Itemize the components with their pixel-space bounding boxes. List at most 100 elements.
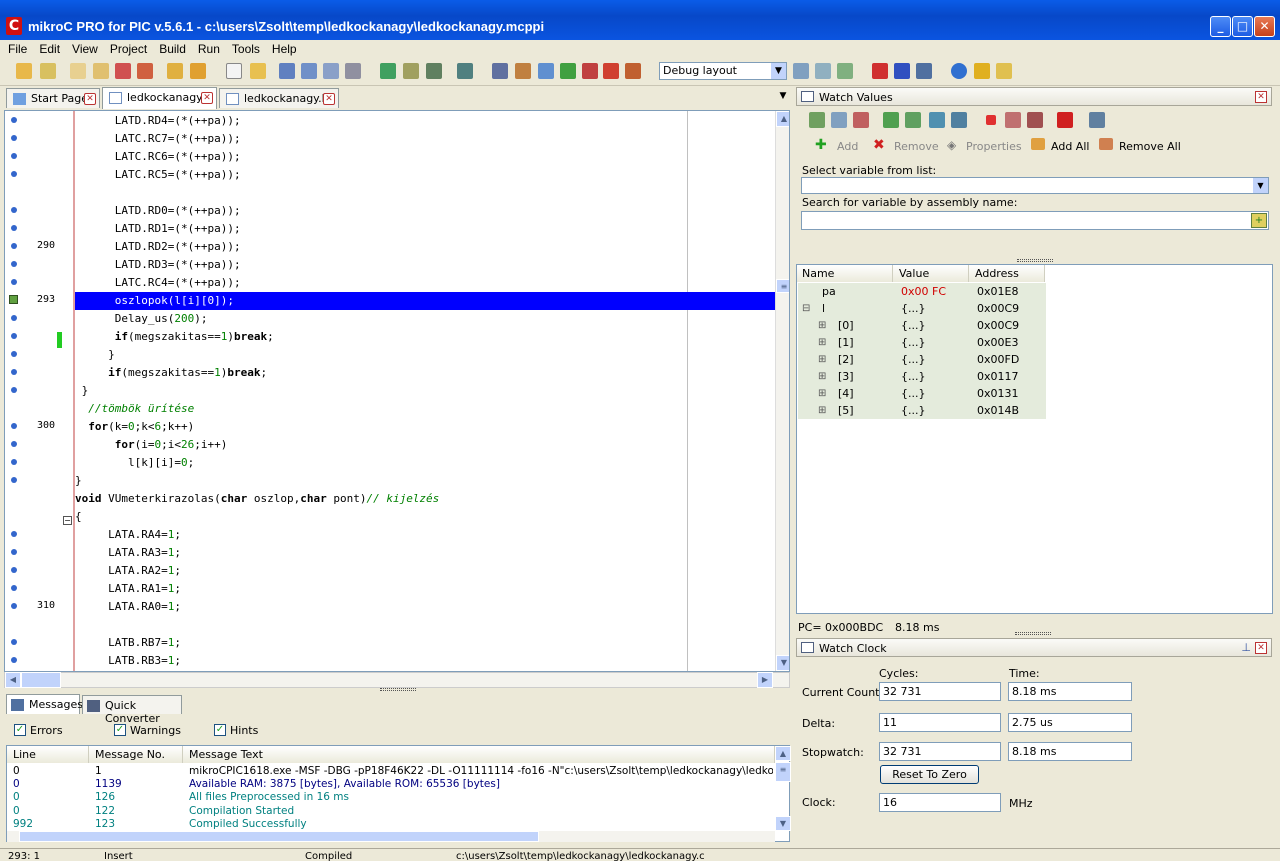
menu-view[interactable]: View: [64, 40, 102, 56]
message-text[interactable]: Compiled Successfully: [189, 818, 773, 831]
code-line[interactable]: LATB.RB7=1;: [75, 634, 775, 652]
code-line[interactable]: [75, 616, 775, 634]
project-icon[interactable]: [70, 63, 86, 79]
code-line[interactable]: LATC.RC7=(*(++pa));: [75, 130, 775, 148]
stopwatch-cycles-field[interactable]: 32 731: [879, 742, 1001, 761]
errors-checkbox[interactable]: ✓: [14, 724, 26, 736]
column-message-no[interactable]: Message No.: [89, 746, 183, 763]
select-variable-dropdown[interactable]: ▼: [801, 177, 1269, 194]
help-icon[interactable]: [951, 63, 967, 79]
line-gutter[interactable]: [5, 526, 75, 544]
code-line[interactable]: LATD.RD2=(*(++pa));: [75, 238, 775, 256]
warnings-checkbox[interactable]: ✓: [114, 724, 126, 736]
close-panel-icon[interactable]: ✕: [1255, 642, 1267, 654]
code-line[interactable]: void VUmeterkirazolas(char oszlop,char p…: [75, 490, 775, 508]
watch-value[interactable]: {...}: [901, 402, 926, 419]
code-line[interactable]: LATC.RC4=(*(++pa));: [75, 274, 775, 292]
code-line[interactable]: LATA.RA3=1;: [75, 544, 775, 562]
menu-edit[interactable]: Edit: [31, 40, 64, 56]
edit-project-icon[interactable]: [93, 63, 109, 79]
delete-watch-icon[interactable]: [853, 112, 869, 128]
statistics-icon[interactable]: [515, 63, 531, 79]
message-text[interactable]: Compilation Started: [189, 805, 773, 818]
add-watch-icon[interactable]: [809, 112, 825, 128]
line-gutter[interactable]: [5, 202, 75, 220]
code-line[interactable]: LATD.RD3=(*(++pa));: [75, 256, 775, 274]
font-icon[interactable]: [538, 63, 554, 79]
message-line[interactable]: 992: [13, 818, 89, 831]
pin-icon[interactable]: ⊥: [1241, 641, 1251, 654]
build-program-icon[interactable]: [426, 63, 442, 79]
line-gutter[interactable]: [5, 544, 75, 562]
current-line[interactable]: oszlopok(l[i][0]);: [75, 292, 775, 310]
stop-debugger-icon[interactable]: [986, 115, 996, 125]
save-layout-icon[interactable]: [793, 63, 809, 79]
editor-vertical-scrollbar[interactable]: ▲ ≡ ▼: [775, 111, 789, 671]
build-icon[interactable]: [380, 63, 396, 79]
build-all-icon[interactable]: [403, 63, 419, 79]
watch-value[interactable]: {...}: [901, 334, 926, 351]
line-gutter[interactable]: 290: [5, 238, 75, 256]
menu-build[interactable]: Build: [151, 40, 190, 56]
watch-row[interactable]: ⊟ l {...} 0x00C9: [798, 300, 1046, 317]
delta-time-field[interactable]: 2.75 us: [1008, 713, 1132, 732]
scroll-thumb[interactable]: ≡: [776, 279, 789, 293]
menu-run[interactable]: Run: [190, 40, 224, 56]
message-text[interactable]: mikroCPIC1618.exe -MSF -DBG -pP18F46K22 …: [189, 765, 773, 778]
code-line[interactable]: LATD.RD0=(*(++pa));: [75, 202, 775, 220]
remove-file-icon[interactable]: [190, 63, 206, 79]
watch-row[interactable]: ⊞ [1] {...} 0x00E3: [798, 334, 1046, 351]
line-gutter[interactable]: [5, 256, 75, 274]
save-icon[interactable]: [279, 63, 295, 79]
line-gutter[interactable]: [5, 130, 75, 148]
line-gutter[interactable]: [5, 112, 75, 130]
stopwatch-time-field[interactable]: 8.18 ms: [1008, 742, 1132, 761]
code-line[interactable]: Delay_us(200);: [75, 310, 775, 328]
code-line[interactable]: LATD.RD4=(*(++pa));: [75, 112, 775, 130]
column-address[interactable]: Address: [969, 265, 1045, 282]
tab-ledkockanagy-lst[interactable]: ledkockanagy.lst ✕: [219, 88, 339, 108]
tools-icon[interactable]: [582, 63, 598, 79]
code-line[interactable]: }: [75, 382, 775, 400]
minimize-button[interactable]: _: [1210, 16, 1231, 37]
step-over-icon[interactable]: [905, 112, 921, 128]
scroll-up-icon[interactable]: ▲: [775, 746, 791, 761]
scroll-left-icon[interactable]: ◀: [5, 672, 21, 688]
save-as-icon[interactable]: [323, 63, 339, 79]
line-gutter[interactable]: [5, 220, 75, 238]
line-gutter[interactable]: [5, 166, 75, 184]
scroll-down-icon[interactable]: ▼: [775, 816, 791, 831]
close-tab-icon[interactable]: ✕: [323, 93, 335, 105]
line-gutter[interactable]: [5, 274, 75, 292]
add-search-icon[interactable]: +: [1251, 213, 1267, 228]
messages-horizontal-scrollbar[interactable]: [7, 831, 775, 842]
scroll-down-icon[interactable]: ▼: [776, 655, 789, 671]
tab-quick-converter[interactable]: Quick Converter: [82, 695, 182, 725]
search-variable-input[interactable]: +: [801, 211, 1269, 230]
export-icon[interactable]: [603, 63, 619, 79]
view-assembly-icon[interactable]: [492, 63, 508, 79]
remove-button[interactable]: Remove: [894, 140, 939, 153]
line-gutter[interactable]: [5, 382, 75, 400]
menu-tools[interactable]: Tools: [224, 40, 264, 56]
code-line[interactable]: }: [75, 472, 775, 490]
layout-select[interactable]: Debug layout ▼: [659, 62, 787, 80]
menu-help[interactable]: Help: [264, 40, 301, 56]
code-line[interactable]: for(k=0;k<6;k++): [75, 418, 775, 436]
line-gutter[interactable]: [5, 436, 75, 454]
watch-window-icon[interactable]: [1089, 112, 1105, 128]
scroll-up-icon[interactable]: ▲: [776, 111, 789, 127]
line-gutter[interactable]: [5, 616, 75, 634]
close-project-icon[interactable]: [115, 63, 131, 79]
code-line[interactable]: {: [75, 508, 775, 526]
line-gutter[interactable]: 300: [5, 418, 75, 436]
code-line[interactable]: if(megszakitas==1)break;: [75, 328, 775, 346]
current-cycles-field[interactable]: 32 731: [879, 682, 1001, 701]
scroll-right-icon[interactable]: ▶: [757, 672, 773, 688]
expand-toggle-icon[interactable]: ⊞: [818, 385, 826, 402]
expand-toggle-icon[interactable]: ⊞: [818, 351, 826, 368]
add-button[interactable]: Add: [837, 140, 858, 153]
expand-toggle-icon[interactable]: ⊞: [818, 368, 826, 385]
watch-row[interactable]: ⊞ [3] {...} 0x0117: [798, 368, 1046, 385]
about-icon[interactable]: [996, 63, 1012, 79]
